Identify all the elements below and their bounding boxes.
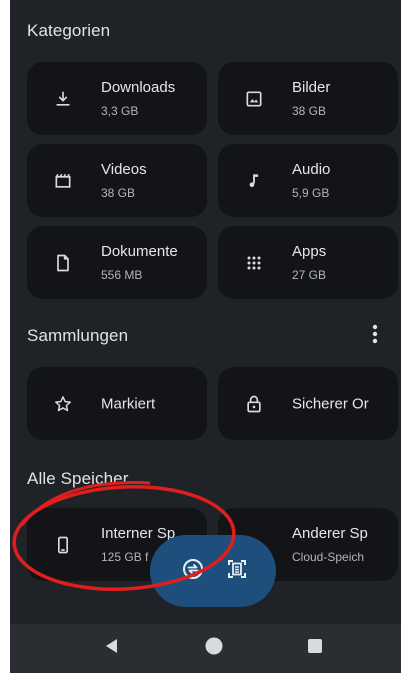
document-icon bbox=[49, 249, 77, 277]
categories-section-title: Kategorien bbox=[27, 21, 111, 40]
category-size: 38 GB bbox=[292, 104, 327, 118]
nav-back-button[interactable] bbox=[95, 632, 129, 666]
nav-recents-button[interactable] bbox=[298, 632, 332, 666]
collections-more-button[interactable] bbox=[363, 322, 387, 350]
collection-card-sicherer-ordner[interactable]: Sicherer Or bbox=[218, 367, 398, 440]
category-card-bilder[interactable]: Bilder 38 GB bbox=[218, 62, 398, 135]
storage-section-title: Alle Speicher bbox=[27, 469, 129, 488]
category-label: Videos bbox=[101, 161, 147, 178]
transfer-icon bbox=[181, 557, 205, 586]
category-card-audio[interactable]: Audio 5,9 GB bbox=[218, 144, 398, 217]
category-label: Dokumente bbox=[101, 243, 178, 260]
collections-section-title: Sammlungen bbox=[27, 326, 129, 345]
lock-icon bbox=[240, 390, 268, 418]
star-icon bbox=[49, 390, 77, 418]
collection-label: Sicherer Or bbox=[292, 395, 369, 412]
transfer-button[interactable] bbox=[176, 554, 210, 588]
category-label: Apps bbox=[292, 243, 327, 260]
music-note-icon bbox=[240, 167, 268, 195]
home-circle-icon bbox=[204, 636, 224, 661]
apps-grid-icon bbox=[240, 249, 268, 277]
storage-label: Anderer Sp bbox=[292, 525, 368, 542]
category-label: Bilder bbox=[292, 79, 331, 96]
collection-card-markiert[interactable]: Markiert bbox=[27, 367, 207, 440]
scan-button[interactable] bbox=[220, 554, 254, 588]
category-size: 27 GB bbox=[292, 268, 327, 282]
system-navigation-bar bbox=[10, 624, 401, 673]
category-size: 556 MB bbox=[101, 268, 143, 282]
collection-label: Markiert bbox=[101, 395, 156, 412]
category-card-downloads[interactable]: Downloads 3,3 GB bbox=[27, 62, 207, 135]
category-size: 5,9 GB bbox=[292, 186, 330, 200]
recents-square-icon bbox=[306, 637, 324, 660]
category-size: 38 GB bbox=[101, 186, 136, 200]
category-card-videos[interactable]: Videos 38 GB bbox=[27, 144, 207, 217]
movie-icon bbox=[49, 167, 77, 195]
category-label: Audio bbox=[292, 161, 331, 178]
more-vert-icon bbox=[372, 324, 378, 349]
category-label: Downloads bbox=[101, 79, 176, 96]
floating-action-pill bbox=[150, 535, 276, 607]
document-scan-icon bbox=[225, 557, 249, 586]
category-card-dokumente[interactable]: Dokumente 556 MB bbox=[27, 226, 207, 299]
category-size: 3,3 GB bbox=[101, 104, 139, 118]
image-icon bbox=[240, 85, 268, 113]
phone-icon bbox=[49, 531, 77, 559]
download-icon bbox=[49, 85, 77, 113]
storage-size: Cloud-Speich bbox=[292, 550, 365, 564]
nav-home-button[interactable] bbox=[197, 632, 231, 666]
back-triangle-icon bbox=[103, 637, 121, 660]
files-app-screen: Kategorien Downloads 3,3 GB Bilder 38 GB… bbox=[10, 0, 401, 673]
category-card-apps[interactable]: Apps 27 GB bbox=[218, 226, 398, 299]
